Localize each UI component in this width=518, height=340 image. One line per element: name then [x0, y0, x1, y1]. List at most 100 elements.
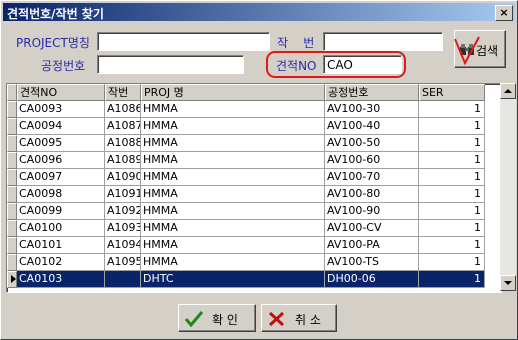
- ok-button[interactable]: 확 인: [178, 304, 256, 332]
- table-row[interactable]: CA0097 A1090 HMMA AV100-70 1: [7, 169, 501, 186]
- scroll-up-button[interactable]: [500, 83, 516, 99]
- process-label: 공정번호: [41, 59, 86, 73]
- row-indicator[interactable]: [7, 237, 17, 254]
- cell-ser[interactable]: 1: [419, 152, 485, 169]
- row-indicator[interactable]: [7, 203, 17, 220]
- project-input[interactable]: [97, 32, 270, 51]
- row-indicator[interactable]: [7, 186, 17, 203]
- x-icon: [268, 311, 285, 327]
- close-button[interactable]: ×: [495, 5, 513, 21]
- cell-estimate[interactable]: CA0097: [17, 169, 105, 186]
- cell-project[interactable]: HMMA: [141, 203, 325, 220]
- table-row[interactable]: CA0100 A1093 HMMA AV100-CV 1: [7, 220, 501, 237]
- annotation-oval: [266, 51, 406, 78]
- cell-estimate[interactable]: CA0101: [17, 237, 105, 254]
- cell-jakbun[interactable]: A1089: [105, 152, 141, 169]
- cell-project[interactable]: HMMA: [141, 101, 325, 118]
- cell-project[interactable]: HMMA: [141, 237, 325, 254]
- cell-ser[interactable]: 1: [419, 135, 485, 152]
- row-indicator[interactable]: [7, 271, 17, 288]
- cell-project[interactable]: HMMA: [141, 118, 325, 135]
- cell-jakbun[interactable]: A1091: [105, 186, 141, 203]
- cell-ser[interactable]: 1: [419, 254, 485, 271]
- table-row[interactable]: CA0093 A1086 HMMA AV100-30 1: [7, 101, 501, 118]
- cell-process[interactable]: AV100-70: [325, 169, 419, 186]
- cell-process[interactable]: AV100-80: [325, 186, 419, 203]
- cell-project[interactable]: HMMA: [141, 186, 325, 203]
- cell-ser[interactable]: 1: [419, 169, 485, 186]
- row-indicator[interactable]: [7, 118, 17, 135]
- table-row[interactable]: CA0094 A1087 HMMA AV100-40 1: [7, 118, 501, 135]
- table-row[interactable]: CA0096 A1089 HMMA AV100-60 1: [7, 152, 501, 169]
- cell-process[interactable]: AV100-CV: [325, 220, 419, 237]
- cell-process[interactable]: AV100-TS: [325, 254, 419, 271]
- current-row-arrow-icon: [11, 275, 16, 283]
- col-header-ser[interactable]: SER: [419, 84, 485, 101]
- cell-project[interactable]: HMMA: [141, 220, 325, 237]
- cell-process[interactable]: AV100-40: [325, 118, 419, 135]
- cell-jakbun[interactable]: A1086: [105, 101, 141, 118]
- row-indicator[interactable]: [7, 169, 17, 186]
- cell-estimate[interactable]: CA0098: [17, 186, 105, 203]
- cell-jakbun[interactable]: A1094: [105, 237, 141, 254]
- cell-ser[interactable]: 1: [419, 118, 485, 135]
- cell-ser[interactable]: 1: [419, 237, 485, 254]
- cell-project[interactable]: HMMA: [141, 254, 325, 271]
- row-indicator[interactable]: [7, 101, 17, 118]
- cell-process[interactable]: AV100-50: [325, 135, 419, 152]
- row-indicator[interactable]: [7, 135, 17, 152]
- results-grid: 견적NO 작번 PROJ 명 공정번호 SER CA0093 A1086 HMMA A…: [6, 83, 502, 293]
- table-row[interactable]: CA0102 A1095 HMMA AV100-TS 1: [7, 254, 501, 271]
- cell-process[interactable]: AV100-60: [325, 152, 419, 169]
- cell-ser[interactable]: 1: [419, 186, 485, 203]
- row-indicator[interactable]: [7, 220, 17, 237]
- col-header-project[interactable]: PROJ 명: [141, 84, 325, 101]
- cell-estimate[interactable]: CA0099: [17, 203, 105, 220]
- cell-jakbun[interactable]: A1092: [105, 203, 141, 220]
- cell-jakbun[interactable]: A1090: [105, 169, 141, 186]
- cancel-button[interactable]: 취 소: [261, 304, 337, 332]
- title-bar[interactable]: 견적번호/작번 찾기 ×: [3, 3, 515, 21]
- cell-ser[interactable]: 1: [419, 101, 485, 118]
- cell-jakbun[interactable]: A1087: [105, 118, 141, 135]
- process-input[interactable]: [97, 55, 244, 74]
- cell-estimate[interactable]: CA0093: [17, 101, 105, 118]
- cell-project[interactable]: DHTC: [141, 271, 325, 288]
- cell-project[interactable]: HMMA: [141, 135, 325, 152]
- cell-ser[interactable]: 1: [419, 220, 485, 237]
- row-indicator[interactable]: [7, 152, 17, 169]
- cell-project[interactable]: HMMA: [141, 152, 325, 169]
- cell-estimate[interactable]: CA0100: [17, 220, 105, 237]
- vertical-scrollbar[interactable]: [500, 83, 516, 291]
- table-row[interactable]: CA0103 DHTC DH00-06 1: [7, 271, 501, 288]
- cell-ser[interactable]: 1: [419, 271, 485, 288]
- col-header-process[interactable]: 공정번호: [325, 84, 419, 101]
- cell-jakbun[interactable]: A1093: [105, 220, 141, 237]
- annotation-check-icon: [454, 36, 480, 66]
- cell-estimate[interactable]: CA0103: [17, 271, 105, 288]
- scroll-down-button[interactable]: [500, 275, 516, 291]
- cell-process[interactable]: AV100-90: [325, 203, 419, 220]
- row-indicator[interactable]: [7, 254, 17, 271]
- cell-jakbun[interactable]: A1088: [105, 135, 141, 152]
- jakbun-input[interactable]: [323, 32, 443, 51]
- cell-estimate[interactable]: CA0094: [17, 118, 105, 135]
- table-row[interactable]: CA0099 A1092 HMMA AV100-90 1: [7, 203, 501, 220]
- cell-project[interactable]: HMMA: [141, 169, 325, 186]
- cell-estimate[interactable]: CA0096: [17, 152, 105, 169]
- window-title: 견적번호/작번 찾기: [7, 7, 104, 21]
- cell-jakbun[interactable]: A1095: [105, 254, 141, 271]
- table-row[interactable]: CA0098 A1091 HMMA AV100-80 1: [7, 186, 501, 203]
- col-header-jakbun[interactable]: 작번: [105, 84, 141, 101]
- cell-process[interactable]: DH00-06: [325, 271, 419, 288]
- cell-jakbun[interactable]: [105, 271, 141, 288]
- cell-estimate[interactable]: CA0095: [17, 135, 105, 152]
- col-header-estimate[interactable]: 견적NO: [17, 84, 105, 101]
- table-row[interactable]: CA0101 A1094 HMMA AV100-PA 1: [7, 237, 501, 254]
- project-label: PROJECT명칭: [16, 36, 90, 50]
- table-row[interactable]: CA0095 A1088 HMMA AV100-50 1: [7, 135, 501, 152]
- cell-process[interactable]: AV100-30: [325, 101, 419, 118]
- cell-estimate[interactable]: CA0102: [17, 254, 105, 271]
- cell-ser[interactable]: 1: [419, 203, 485, 220]
- cell-process[interactable]: AV100-PA: [325, 237, 419, 254]
